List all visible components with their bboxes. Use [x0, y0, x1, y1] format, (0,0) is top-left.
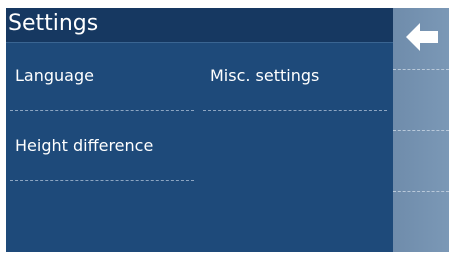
- title-bar: Settings: [6, 8, 393, 43]
- side-panel: [393, 8, 449, 252]
- menu-item-height-difference[interactable]: Height difference: [15, 136, 195, 156]
- divider: [203, 110, 387, 111]
- menu-item-language[interactable]: Language: [15, 66, 195, 86]
- back-button[interactable]: [393, 8, 449, 69]
- arrow-left-icon: [406, 23, 440, 51]
- menu-item-label: Height difference: [15, 136, 154, 155]
- page-title: Settings: [8, 11, 99, 36]
- side-button-2[interactable]: [393, 70, 449, 130]
- menu-item-label: Language: [15, 66, 94, 85]
- menu-item-misc-settings[interactable]: Misc. settings: [210, 66, 390, 86]
- divider: [10, 110, 194, 111]
- divider: [10, 180, 194, 181]
- side-button-4[interactable]: [393, 192, 449, 252]
- settings-screen: Settings Language Misc. settings Height …: [6, 8, 449, 252]
- side-button-3[interactable]: [393, 131, 449, 191]
- menu-item-label: Misc. settings: [210, 66, 320, 85]
